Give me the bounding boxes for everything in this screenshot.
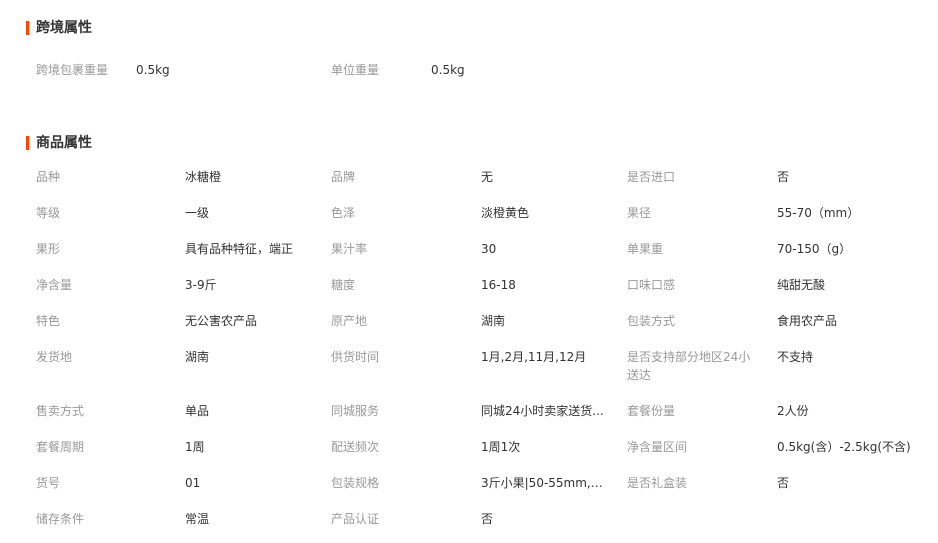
attr-label: 糖度: [331, 278, 356, 292]
title-accent-bar: [26, 21, 29, 35]
attr-label: 包装方式: [627, 314, 676, 328]
attr-label: 果形: [36, 242, 61, 256]
attr-value: 湖南: [185, 350, 210, 364]
attr-value: 食用农产品: [777, 314, 838, 328]
attr-label: 品种: [36, 170, 61, 184]
section-title-text: 商品属性: [36, 135, 92, 151]
attr-value: 否: [481, 512, 494, 526]
attr-label: 货号: [36, 476, 61, 490]
section-title-goods: 商品属性: [26, 135, 92, 151]
attr-value: 16-18: [481, 278, 516, 292]
attr-value: 否: [777, 476, 790, 490]
attr-value: 3斤小果|50-55mm,3...: [481, 476, 609, 490]
attr-value: 冰糖橙: [185, 170, 222, 184]
attr-value: 55-70（mm）: [777, 206, 860, 220]
attr-label-unit-weight: 单位重量: [331, 63, 380, 77]
attr-value: 否: [777, 170, 790, 184]
attr-label: 套餐份量: [627, 404, 676, 418]
attr-label: 套餐周期: [36, 440, 85, 454]
attr-value: 70-150（g）: [777, 242, 852, 256]
attr-value: 无: [481, 170, 494, 184]
attr-value: 1周1次: [481, 440, 521, 454]
attr-label: 是否支持部分地区24小送达: [627, 350, 751, 382]
attr-value: 湖南: [481, 314, 506, 328]
attr-value: 一级: [185, 206, 210, 220]
attr-label: 品牌: [331, 170, 356, 184]
attr-label: 发货地: [36, 350, 73, 364]
attr-label: 净含量区间: [627, 440, 688, 454]
attr-value: 01: [185, 476, 201, 490]
attr-label: 等级: [36, 206, 61, 220]
attr-value: 2人份: [777, 404, 809, 418]
attr-value-package-weight: 0.5kg: [136, 63, 170, 77]
attr-label: 同城服务: [331, 404, 380, 418]
attr-label: 是否进口: [627, 170, 676, 184]
attr-label: 果汁率: [331, 242, 368, 256]
attr-value: 0.5kg(含）-2.5kg(不含): [777, 440, 911, 454]
attr-value: 常温: [185, 512, 210, 526]
title-accent-bar: [26, 136, 29, 150]
attr-label: 配送频次: [331, 440, 380, 454]
section-title-text: 跨境属性: [36, 20, 92, 36]
attr-value: 淡橙黄色: [481, 206, 530, 220]
attr-label: 色泽: [331, 206, 356, 220]
attr-value: 3-9斤: [185, 278, 217, 292]
attr-label: 包装规格: [331, 476, 380, 490]
attr-label: 果径: [627, 206, 652, 220]
attr-label: 供货时间: [331, 350, 380, 364]
attr-label: 净含量: [36, 278, 73, 292]
attr-label: 口味口感: [627, 278, 676, 292]
attr-value: 30: [481, 242, 497, 256]
attr-label: 售卖方式: [36, 404, 85, 418]
attr-label: 产品认证: [331, 512, 380, 526]
attr-label: 是否礼盒装: [627, 476, 688, 490]
attr-value: 1周: [185, 440, 205, 454]
attr-label: 原产地: [331, 314, 368, 328]
attr-value: 具有品种特征，端正: [185, 242, 294, 256]
attr-value: 纯甜无酸: [777, 278, 826, 292]
attr-value: 不支持: [777, 350, 814, 364]
attr-label-package-weight: 跨境包裹重量: [36, 63, 109, 77]
attr-label: 特色: [36, 314, 61, 328]
attr-label: 储存条件: [36, 512, 85, 526]
attr-label: 单果重: [627, 242, 664, 256]
attr-value: 无公害农产品: [185, 314, 258, 328]
attr-value: 1月,2月,11月,12月: [481, 350, 587, 364]
attr-value: 同城24小时卖家送货...: [481, 404, 604, 418]
attr-value-unit-weight: 0.5kg: [431, 63, 465, 77]
attr-value: 单品: [185, 404, 210, 418]
section-title-cross-border: 跨境属性: [26, 20, 92, 36]
